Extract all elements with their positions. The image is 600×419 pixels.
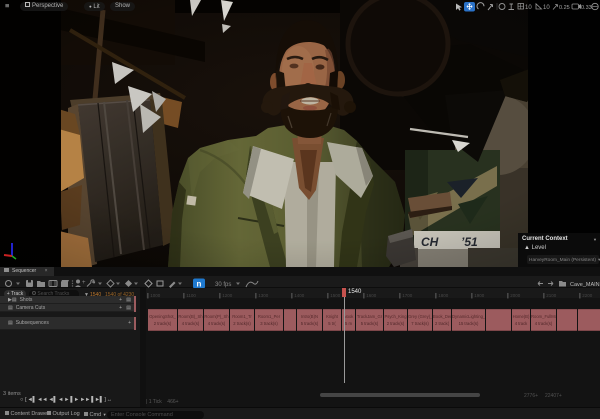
svg-text:0.25: 0.25 [559,5,570,11]
svg-text:0.33: 0.33 [581,5,592,11]
svg-text:+: + [82,280,86,286]
svg-text:10: 10 [543,5,550,11]
svg-text:10: 10 [525,5,532,11]
